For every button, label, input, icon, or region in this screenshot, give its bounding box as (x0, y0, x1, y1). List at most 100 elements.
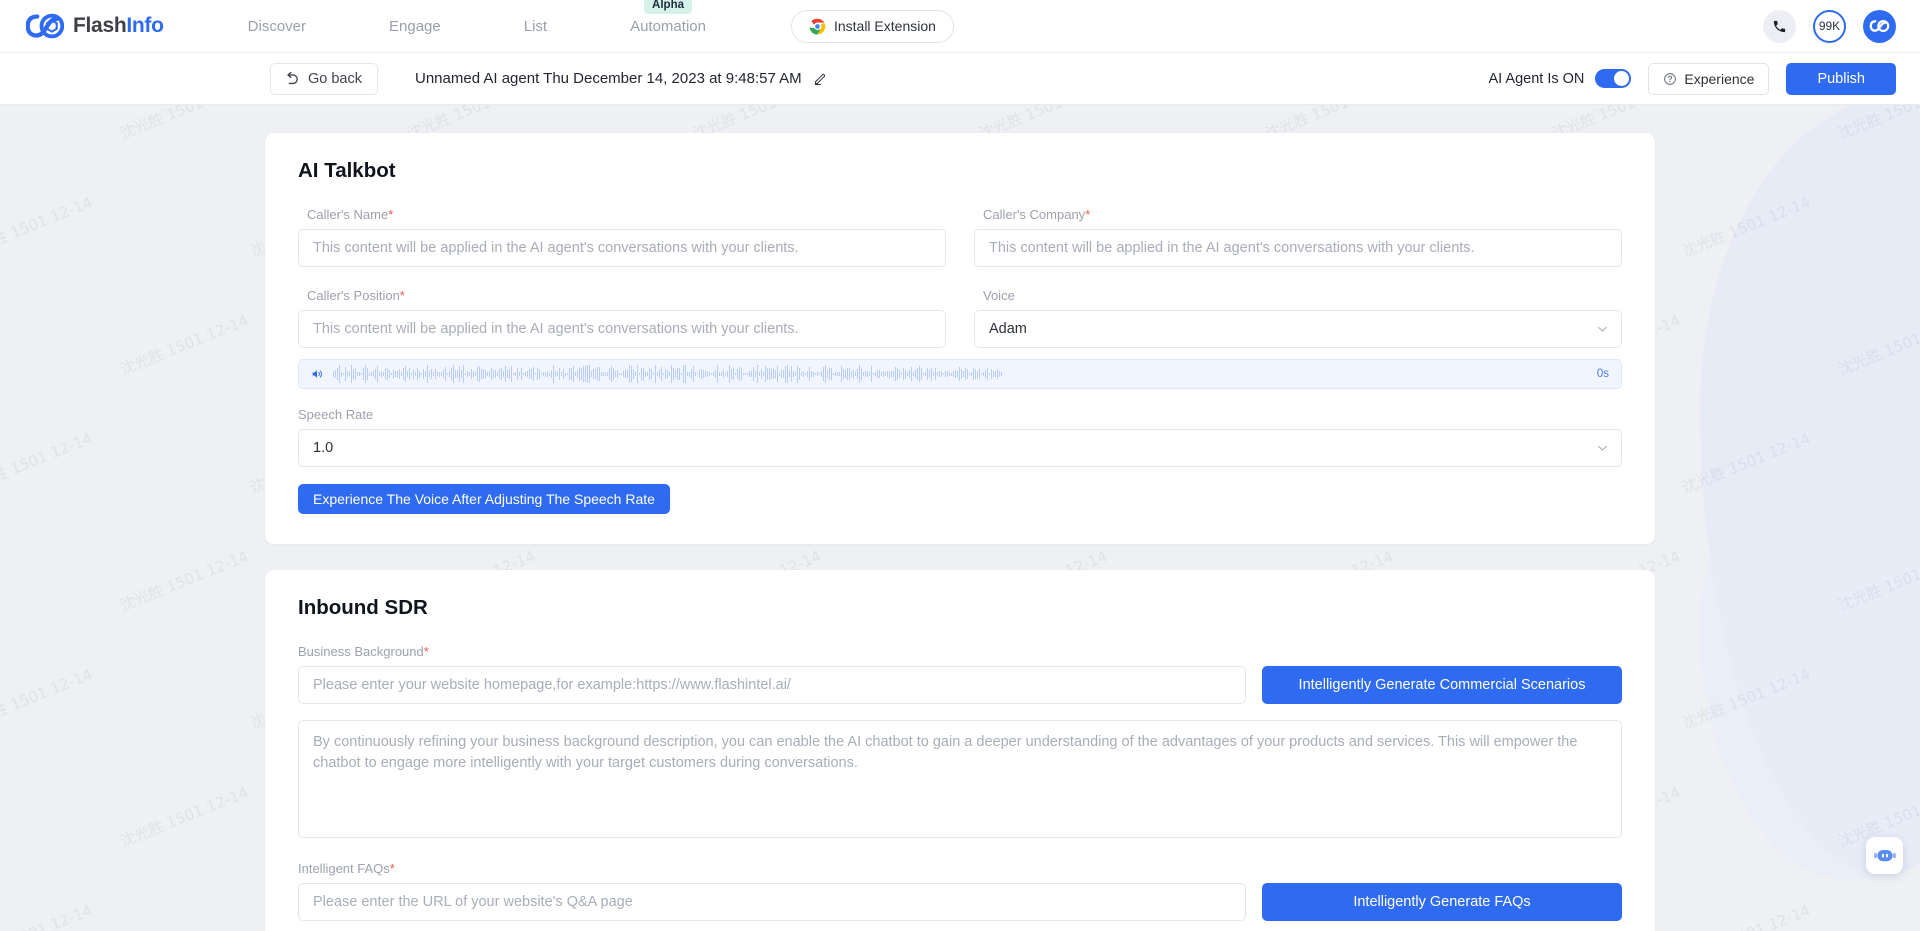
robot-chat-icon (1873, 849, 1896, 861)
phone-button[interactable] (1763, 9, 1796, 43)
voice-select[interactable]: Adam (974, 310, 1622, 348)
talkbot-row-1: Caller's Name* Caller's Company* (289, 207, 1631, 267)
callers-company-label-text: Caller's Company (983, 207, 1086, 222)
voice-select-control[interactable]: Adam (974, 310, 1622, 348)
audio-duration-label: 0s (1596, 368, 1609, 380)
alpha-badge: Alpha (644, 0, 692, 14)
business-background-input-wrap (298, 666, 1246, 704)
audio-waveform[interactable] (333, 364, 1588, 384)
go-back-label: Go back (308, 70, 362, 87)
notification-count-button[interactable]: 99K (1813, 9, 1846, 43)
callers-position-input[interactable] (298, 310, 946, 348)
nav-item-label: List (523, 17, 548, 35)
intelligent-faqs-field: Intelligent FAQs* Intelligently Generate… (289, 861, 1631, 921)
ai-agent-toggle-group: AI Agent Is ON (1488, 69, 1632, 88)
callers-company-label: Caller's Company* (983, 207, 1622, 222)
app-root: FlashInfo Discover Engage List Alpha Aut… (0, 0, 1920, 931)
user-avatar[interactable] (1863, 9, 1896, 43)
required-asterisk: * (1085, 207, 1091, 222)
install-extension-button[interactable]: Install Extension (790, 9, 954, 43)
callers-name-input[interactable] (298, 229, 946, 267)
generate-commercial-scenarios-button[interactable]: Intelligently Generate Commercial Scenar… (1262, 666, 1622, 704)
speech-rate-select-control[interactable]: 1.0 (298, 429, 1622, 467)
business-background-label-text: Business Background (298, 644, 424, 659)
nav-items: Discover Engage List Alpha Automation In… (238, 0, 954, 43)
logo-text-flash: Flash (73, 14, 127, 37)
nav-item-list[interactable]: List (514, 18, 557, 35)
toggle-knob (1614, 71, 1630, 86)
go-back-button[interactable]: Go back (270, 62, 378, 95)
business-background-input[interactable] (298, 666, 1246, 704)
business-description-field (289, 720, 1631, 843)
callers-name-field: Caller's Name* (298, 207, 946, 267)
chrome-icon (809, 18, 826, 35)
intelligent-faqs-input-wrap (298, 883, 1246, 921)
logo-mark-icon (26, 13, 64, 39)
required-asterisk: * (388, 207, 394, 222)
sub-header-bar: Go back Unnamed AI agent Thu December 14… (0, 53, 1920, 105)
speaker-icon[interactable] (310, 367, 324, 381)
experience-voice-button[interactable]: Experience The Voice After Adjusting The… (298, 484, 670, 514)
notification-count-label: 99K (1818, 19, 1841, 33)
flashinfo-logo[interactable]: FlashInfo (26, 11, 164, 41)
callers-position-label: Caller's Position* (307, 288, 946, 303)
question-circle-icon (1664, 72, 1677, 85)
required-asterisk: * (399, 288, 405, 303)
experience-button[interactable]: Experience (1648, 62, 1770, 95)
talkbot-row-2: Caller's Position* Voice Adam (289, 288, 1631, 348)
intelligent-faqs-row: Intelligently Generate FAQs (298, 883, 1622, 921)
voice-preview-player[interactable]: 0s (298, 359, 1622, 389)
speech-rate-value: 1.0 (313, 440, 334, 456)
business-background-label: Business Background* (298, 644, 1622, 659)
ai-agent-toggle-label: AI Agent Is ON (1488, 70, 1585, 87)
logo-text: FlashInfo (73, 14, 164, 38)
nav-item-automation[interactable]: Alpha Automation (620, 0, 716, 35)
avatar-logo-icon (1869, 20, 1890, 32)
experience-label: Experience (1684, 70, 1755, 87)
nav-item-engage[interactable]: Engage (379, 18, 451, 35)
generate-faqs-button[interactable]: Intelligently Generate FAQs (1262, 883, 1622, 921)
callers-company-input[interactable] (974, 229, 1622, 267)
callers-position-label-text: Caller's Position (307, 288, 400, 303)
intelligent-faqs-input[interactable] (298, 883, 1246, 921)
install-extension-label: Install Extension (833, 18, 936, 34)
nav-right-actions: 99K (1763, 9, 1896, 43)
ai-talkbot-title: AI Talkbot (298, 159, 396, 182)
speech-rate-field: Speech Rate 1.0 (289, 407, 1631, 467)
business-description-textarea[interactable] (298, 720, 1622, 838)
edit-pencil-icon[interactable] (813, 71, 828, 86)
inbound-sdr-title: Inbound SDR (298, 596, 428, 619)
required-asterisk: * (389, 861, 395, 876)
ai-talkbot-card: AI Talkbot Caller's Name* Caller's Compa… (265, 133, 1655, 544)
phone-icon (1773, 20, 1786, 32)
nav-item-label: Engage (389, 17, 441, 35)
callers-company-field: Caller's Company* (974, 207, 1622, 267)
nav-item-label: Automation (630, 17, 706, 35)
voice-select-value: Adam (989, 321, 1027, 337)
intelligent-faqs-label: Intelligent FAQs* (298, 861, 1622, 876)
speech-rate-select[interactable]: 1.0 (298, 429, 1622, 467)
voice-field: Voice Adam (974, 288, 1622, 348)
main-content-scroll[interactable]: AI Talkbot Caller's Name* Caller's Compa… (0, 105, 1920, 931)
speech-rate-label: Speech Rate (298, 407, 374, 422)
logo-text-info: Info (126, 14, 164, 37)
callers-name-label-text: Caller's Name (307, 207, 389, 222)
voice-label: Voice (983, 288, 1015, 303)
business-background-row: Intelligently Generate Commercial Scenar… (298, 666, 1622, 704)
top-navigation-bar: FlashInfo Discover Engage List Alpha Aut… (0, 0, 1920, 53)
sub-header-actions: AI Agent Is ON Experience Publish (1488, 62, 1896, 95)
intelligent-faqs-label-text: Intelligent FAQs (298, 861, 390, 876)
undo-arrow-icon (287, 71, 298, 85)
nav-item-discover[interactable]: Discover (238, 18, 316, 35)
ai-agent-toggle[interactable] (1595, 69, 1632, 88)
nav-item-label: Discover (247, 17, 307, 35)
business-background-field: Business Background* Intelligently Gener… (289, 644, 1631, 704)
chat-widget-button[interactable] (1866, 837, 1903, 874)
callers-name-label: Caller's Name* (307, 207, 946, 222)
agent-title-text: Unnamed AI agent Thu December 14, 2023 a… (415, 70, 802, 87)
publish-button[interactable]: Publish (1786, 62, 1896, 95)
required-asterisk: * (423, 644, 429, 659)
agent-title: Unnamed AI agent Thu December 14, 2023 a… (415, 70, 828, 87)
callers-position-field: Caller's Position* (298, 288, 946, 348)
inbound-sdr-card: Inbound SDR Business Background* Intelli… (265, 570, 1655, 931)
